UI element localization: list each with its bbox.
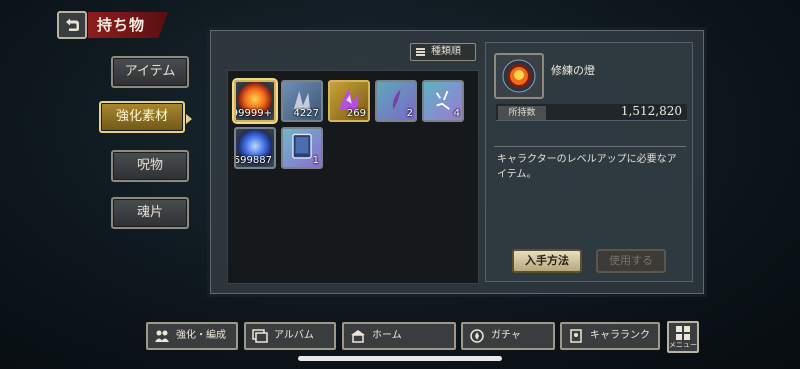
active-tab-arrow-icon [186, 114, 192, 124]
divider [494, 146, 686, 147]
tab-curses[interactable]: 呪物 [111, 150, 189, 182]
item-slot[interactable]: 269 [328, 80, 370, 122]
item-count: 2 [406, 108, 413, 119]
item-slot[interactable]: 599887 [234, 127, 276, 169]
item-count: 4227 [293, 108, 319, 119]
sort-label: 種類順 [431, 46, 461, 57]
rank-icon [570, 329, 582, 343]
nav-label: ガチャ [491, 330, 521, 341]
item-slot[interactable]: 9999999+ [234, 80, 276, 122]
tab-soul-shards[interactable]: 魂片 [111, 197, 189, 229]
obtain-method-button[interactable]: 入手方法 [512, 249, 582, 273]
quantity-label: 所持数 [498, 106, 546, 120]
item-count: 269 [346, 108, 366, 119]
use-button[interactable]: 使用する [596, 249, 666, 273]
nav-label: ホーム [372, 330, 402, 341]
nav-album[interactable]: アルバム [244, 322, 336, 350]
item-slot[interactable]: 4227 [281, 80, 323, 122]
item-name: 修練の燈 [551, 64, 595, 77]
team-icon [155, 330, 169, 342]
nav-enhance-formation[interactable]: 強化・編成 [146, 322, 238, 350]
item-slot[interactable]: 4 [422, 80, 464, 122]
item-description: キャラクターのレベルアップに必要なアイテム。 [497, 154, 677, 180]
nav-label: キャラランク [590, 330, 650, 341]
page-title: 持ち物 [88, 12, 168, 38]
nav-gacha[interactable]: ガチャ [461, 322, 555, 350]
item-count: 599887 [234, 155, 272, 166]
menu-label: メニュー [669, 341, 697, 349]
quantity-value: 1,512,820 [620, 104, 682, 118]
item-count: 4 [453, 108, 460, 119]
sort-list-icon [416, 48, 425, 56]
item-count: 9999999+ [236, 108, 272, 119]
album-icon [252, 329, 268, 343]
nav-label: 強化・編成 [176, 330, 226, 341]
back-arrow-icon [66, 18, 79, 31]
nav-label: アルバム [274, 330, 314, 341]
fire-orb-icon [502, 59, 536, 93]
gacha-icon [470, 329, 484, 343]
item-slot[interactable]: 2 [375, 80, 417, 122]
item-slot[interactable]: 1 [281, 127, 323, 169]
nav-home[interactable]: ホーム [342, 322, 456, 350]
grid-menu-icon [676, 326, 690, 340]
home-icon [351, 330, 365, 343]
home-indicator[interactable] [298, 356, 502, 361]
tab-materials[interactable]: 強化素材 [99, 101, 185, 133]
menu-button[interactable]: メニュー [667, 321, 699, 353]
nav-character-rank[interactable]: キャラランク [560, 322, 660, 350]
detail-item-icon [494, 53, 544, 99]
back-button[interactable] [57, 11, 87, 39]
item-count: 1 [312, 155, 319, 166]
tab-items[interactable]: アイテム [111, 56, 189, 88]
